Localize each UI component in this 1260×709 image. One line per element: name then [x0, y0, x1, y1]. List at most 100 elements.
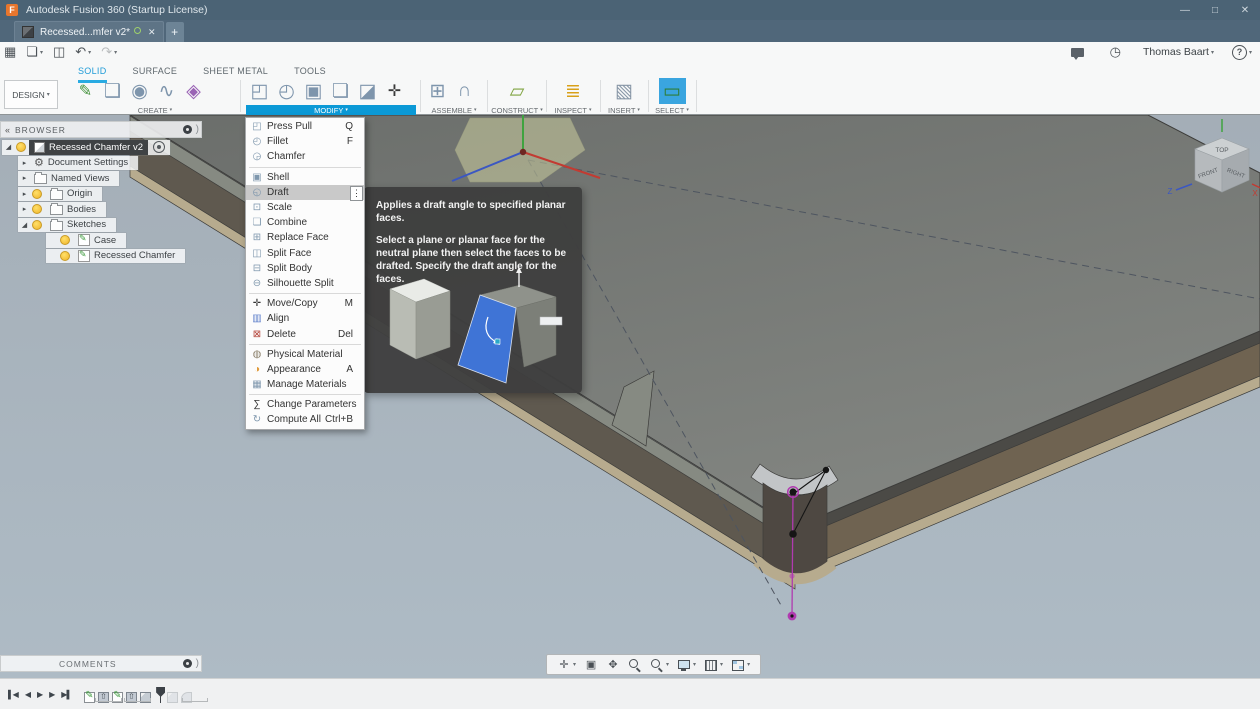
expand-triangle-icon[interactable]: ▸ [20, 174, 29, 182]
tab-close-icon[interactable]: ✕ [148, 27, 156, 38]
form-icon[interactable]: ◈ [180, 78, 207, 104]
fillet-icon[interactable]: ◴ [273, 78, 300, 104]
menu-item[interactable]: ⊟ Split Body [246, 261, 364, 276]
browser-row[interactable]: ▸ Bodies [18, 202, 106, 217]
insert-image-icon[interactable]: ▧ [611, 78, 638, 104]
extrude-icon[interactable]: ❑ [99, 78, 126, 104]
zoom-icon[interactable] [628, 658, 642, 672]
panel-resize-handle[interactable] [196, 124, 199, 135]
browser-row[interactable]: ▸ Document Settings [18, 156, 138, 171]
browser-header[interactable]: BROWSER [0, 121, 202, 138]
panel-resize-handle[interactable] [196, 658, 199, 669]
activate-component-radio[interactable] [153, 141, 165, 153]
menu-item[interactable]: ⊖ Silhouette Split [246, 276, 364, 291]
undo-button[interactable]: ↶ [75, 43, 91, 61]
offset-face-icon[interactable]: ◪ [354, 78, 381, 104]
select-icon[interactable]: ▭ [659, 78, 686, 104]
help-icon[interactable]: ? [1232, 45, 1247, 60]
create-dropdown[interactable]: CREATE [72, 105, 238, 115]
joint-icon[interactable]: ∩ [451, 78, 478, 104]
menu-item[interactable]: ∑ Change Parameters [246, 397, 364, 412]
browser-row[interactable]: Case [46, 233, 126, 248]
minimize-button[interactable]: — [1170, 0, 1200, 20]
browser-row[interactable]: Recessed Chamfer [46, 249, 185, 264]
visibility-bulb-icon[interactable] [32, 220, 42, 230]
close-button[interactable]: ✕ [1230, 0, 1260, 20]
menu-item[interactable]: ▣ Shell [246, 170, 364, 185]
menu-item[interactable]: ◵ Draft [246, 185, 364, 200]
menu-item[interactable]: ▥ Align [246, 311, 364, 326]
menu-item[interactable] [249, 394, 361, 395]
move-icon[interactable]: ✛ [381, 78, 408, 104]
play-button[interactable]: ▶ [37, 690, 42, 699]
timeline-feature-icon[interactable] [84, 692, 95, 703]
construct-plane-icon[interactable]: ▱ [504, 78, 531, 104]
sketch-point[interactable] [789, 573, 794, 578]
menu-item[interactable]: ❏ Combine [246, 215, 364, 230]
document-tab[interactable]: Recessed...mfer v2* ✕ [14, 21, 164, 42]
timeline-feature-icon[interactable] [167, 692, 178, 703]
user-account-button[interactable]: Thomas Baart [1143, 46, 1209, 58]
menu-item[interactable]: ◴ Fillet F [246, 134, 364, 149]
panel-options-icon[interactable] [183, 125, 192, 134]
menu-item[interactable]: ◶ Chamfer [246, 149, 364, 164]
clock-icon[interactable]: ◷ [1110, 44, 1121, 60]
create-sketch-icon[interactable]: ✎ [72, 78, 99, 104]
pipe-icon[interactable]: ∿ [153, 78, 180, 104]
construct-dropdown[interactable]: CONSTRUCT [490, 105, 544, 115]
new-tab-button[interactable]: + [166, 22, 184, 42]
fit-icon[interactable] [650, 658, 669, 672]
menu-item[interactable]: ⊞ Replace Face [246, 230, 364, 245]
app-launcher-button[interactable]: ▦ [4, 43, 16, 61]
menu-item[interactable]: ▦ Manage Materials [246, 377, 364, 392]
modify-dropdown[interactable]: MODIFY [246, 105, 416, 115]
menu-item[interactable] [249, 293, 361, 294]
display-settings-icon[interactable] [677, 658, 696, 672]
revolve-icon[interactable]: ◉ [126, 78, 153, 104]
step-forward-button[interactable]: ▶ [49, 690, 54, 699]
menu-item[interactable]: ◫ Split Face [246, 246, 364, 261]
orbit-icon[interactable] [557, 658, 576, 672]
viewports-icon[interactable] [731, 658, 750, 672]
sketch-point[interactable] [823, 467, 829, 473]
sketch-point[interactable] [789, 488, 796, 495]
expand-triangle-icon[interactable]: ◢ [20, 221, 29, 229]
go-to-start-button[interactable]: ▌◀ [8, 690, 18, 699]
expand-triangle-icon[interactable]: ▸ [20, 190, 29, 198]
viewcube-top-face[interactable]: TOP [1215, 147, 1228, 154]
menu-item[interactable]: ↻ Compute All Ctrl+B [246, 412, 364, 427]
expand-triangle-icon[interactable]: ▸ [20, 159, 29, 167]
shell-icon[interactable]: ▣ [300, 78, 327, 104]
menu-item[interactable]: ◍ Physical Material [246, 347, 364, 362]
inspect-dropdown[interactable]: INSPECT [549, 105, 597, 115]
menu-item[interactable] [249, 344, 361, 345]
visibility-bulb-icon[interactable] [60, 235, 70, 245]
visibility-bulb-icon[interactable] [32, 204, 42, 214]
menu-item[interactable]: ◰ Press Pull Q [246, 119, 364, 134]
comment-icon[interactable] [1071, 48, 1084, 57]
step-back-button[interactable]: ◀ [25, 690, 30, 699]
maximize-button[interactable]: □ [1200, 0, 1230, 20]
expand-triangle-icon[interactable]: ◢ [4, 143, 13, 151]
sketch-point[interactable] [789, 530, 797, 538]
file-menu-button[interactable]: ❏ [26, 43, 43, 61]
select-dropdown[interactable]: SELECT [650, 105, 694, 115]
menu-item[interactable]: ◑ Appearance A [246, 362, 364, 377]
new-component-icon[interactable]: ⊞ [424, 78, 451, 104]
comments-bar[interactable]: COMMENTS [0, 655, 202, 672]
expand-triangle-icon[interactable]: ▸ [20, 205, 29, 213]
timeline-feature-icon[interactable] [156, 687, 165, 703]
browser-row[interactable]: ◢ Recessed Chamfer v2 [2, 140, 170, 155]
panel-options-icon[interactable] [183, 659, 192, 668]
more-options-icon[interactable] [350, 186, 363, 201]
menu-item[interactable] [249, 167, 361, 168]
press-pull-icon[interactable]: ◰ [246, 78, 273, 104]
visibility-bulb-icon[interactable] [16, 142, 26, 152]
collapse-panel-icon[interactable] [5, 125, 10, 135]
visibility-bulb-icon[interactable] [60, 251, 70, 261]
browser-row[interactable]: ◢ Sketches [18, 218, 116, 233]
menu-item[interactable]: ⊠ Delete Del [246, 326, 364, 341]
go-to-end-button[interactable]: ▶▌ [61, 690, 71, 699]
insert-dropdown[interactable]: INSERT [603, 105, 645, 115]
menu-item[interactable]: ✛ Move/Copy M [246, 296, 364, 311]
